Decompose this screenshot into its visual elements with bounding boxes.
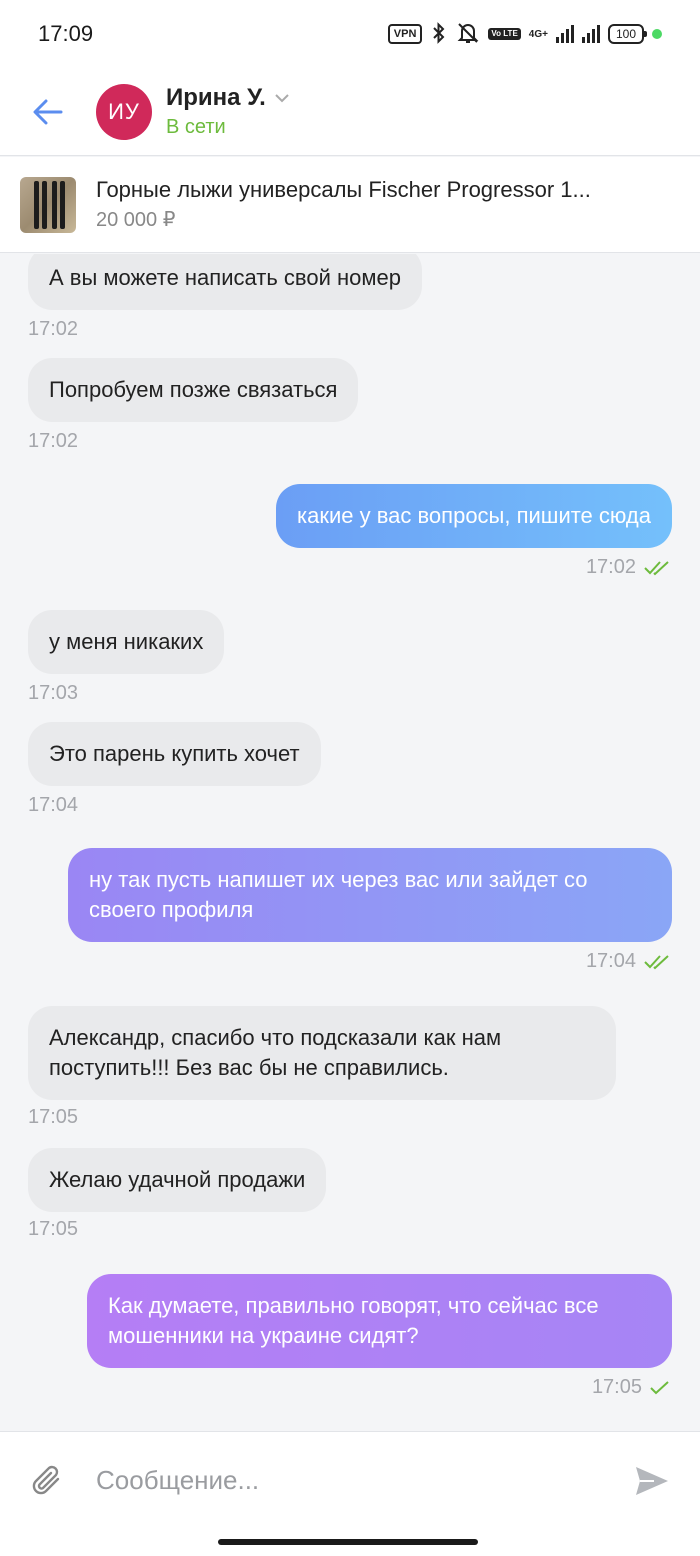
message-bubble-outgoing[interactable]: ну так пусть напишет их через вас или за… [68, 848, 672, 942]
message-text: у меня никаких [49, 629, 204, 654]
message-bubble-outgoing[interactable]: Как думаете, правильно говорят, что сейч… [87, 1274, 672, 1368]
signal-icon [555, 25, 574, 43]
message-text: ну так пусть напишет их через вас или за… [89, 867, 588, 922]
back-button[interactable] [0, 68, 96, 156]
message-composer [0, 1431, 700, 1529]
message-text: Александр, спасибо что подсказали как на… [49, 1025, 502, 1080]
send-button[interactable] [604, 1432, 700, 1530]
attach-button[interactable] [0, 1432, 96, 1530]
check-icon [650, 1380, 669, 1394]
home-gesture-handle[interactable] [218, 1539, 478, 1545]
message-list[interactable]: А вы можете написать свой номер 17:02 По… [0, 254, 700, 1430]
system-nav-bar [0, 1529, 700, 1556]
contact-info[interactable]: Ирина У. В сети [166, 84, 290, 139]
message-bubble-incoming[interactable]: Это парень купить хочет [28, 722, 321, 786]
online-status: В сети [166, 116, 226, 138]
paperclip-icon [32, 1465, 60, 1494]
message-bubble-incoming[interactable]: А вы можете написать свой номер [28, 254, 422, 310]
arrow-left-icon [33, 99, 63, 124]
chat-header: ИУ Ирина У. В сети [0, 68, 700, 156]
message-time: 17:05 [28, 1218, 79, 1240]
message-time: 17:02 [28, 430, 79, 452]
message-time: 17:04 [28, 794, 79, 816]
bluetooth-icon [430, 21, 448, 47]
message-time: 17:05 [28, 1106, 79, 1128]
status-icons: VPN Vo LTE 4G+ 100 [387, 21, 662, 47]
status-time: 17:09 [38, 21, 94, 46]
double-check-icon [644, 954, 669, 969]
product-card[interactable]: Горные лыжи универсалы Fischer Progresso… [0, 157, 700, 253]
privacy-dot-icon [652, 29, 662, 39]
message-time: 17:02 [28, 318, 79, 340]
product-title: Горные лыжи универсалы Fischer Progresso… [96, 177, 591, 202]
status-bar: 17:09 VPN Vo LTE 4G+ 100 [0, 0, 700, 68]
message-time: 17:04 [586, 950, 670, 973]
message-text: Это парень купить хочет [49, 741, 300, 766]
message-time-text: 17:04 [585, 950, 636, 972]
message-time-text: 17:05 [591, 1376, 642, 1398]
message-text: Желаю удачной продажи [49, 1167, 306, 1192]
message-input[interactable] [96, 1465, 604, 1496]
signal-icon-2 [581, 25, 600, 43]
message-time-text: 17:02 [585, 556, 636, 578]
avatar[interactable]: ИУ [96, 83, 152, 140]
product-thumbnail [20, 176, 76, 233]
message-time: 17:03 [28, 682, 79, 704]
message-time: 17:02 [586, 556, 670, 579]
message-text: Как думаете, правильно говорят, что сейч… [108, 1293, 599, 1348]
message-time: 17:05 [592, 1376, 670, 1399]
send-icon [636, 1466, 668, 1495]
vpn-icon: VPN [387, 24, 423, 44]
message-text: Попробуем позже связаться [49, 377, 338, 402]
contact-name: Ирина У. [166, 84, 266, 111]
message-bubble-incoming[interactable]: Попробуем позже связаться [28, 358, 359, 422]
product-info: Горные лыжи универсалы Fischer Progresso… [96, 177, 676, 232]
contact-name-row: Ирина У. [166, 84, 290, 112]
product-price: 20 000 ₽ [96, 209, 176, 231]
message-bubble-incoming[interactable]: у меня никаких [28, 610, 225, 674]
mute-icon [456, 22, 480, 47]
double-check-icon [644, 560, 669, 575]
chevron-down-icon[interactable] [274, 93, 290, 103]
message-text: какие у вас вопросы, пишите сюда [296, 503, 651, 528]
battery-icon: 100 [607, 24, 648, 44]
message-bubble-incoming[interactable]: Александр, спасибо что подсказали как на… [28, 1006, 616, 1100]
network-type: 4G+ [528, 28, 548, 40]
message-bubble-outgoing[interactable]: какие у вас вопросы, пишите сюда [275, 484, 672, 548]
message-text: А вы можете написать свой номер [49, 265, 401, 290]
volte-icon: Vo LTE [488, 28, 521, 40]
message-bubble-incoming[interactable]: Желаю удачной продажи [28, 1148, 327, 1212]
